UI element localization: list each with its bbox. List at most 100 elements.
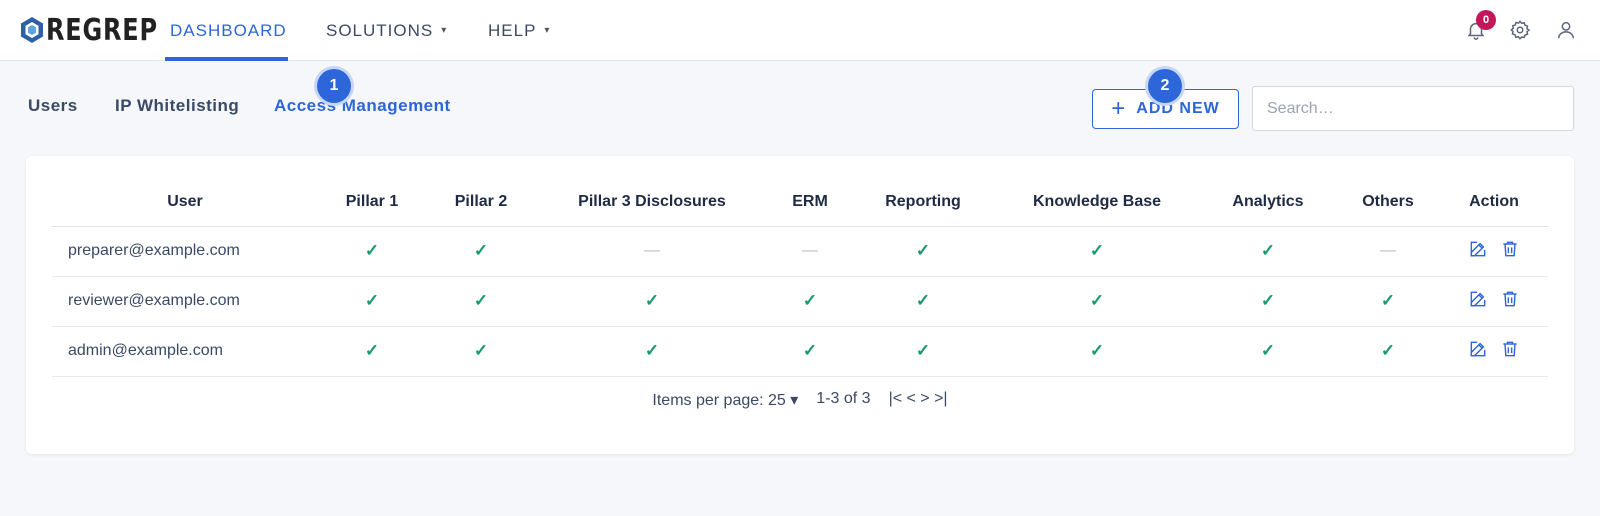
access-granted-check-icon: ✓ [802,291,818,310]
access-granted-check-icon: ✓ [1089,341,1105,360]
chevron-down-icon: ▾ [544,25,551,36]
access-cell: ✓ [426,276,536,327]
access-cell: ✓ [536,276,768,327]
edit-icon[interactable] [1468,239,1488,264]
access-granted-check-icon: ✓ [915,291,931,310]
settings-button[interactable] [1506,16,1534,44]
tab-access-management[interactable]: Access Management [274,96,451,116]
access-granted-check-icon: ✓ [473,291,489,310]
column-header-analytics[interactable]: Analytics [1200,178,1336,227]
tab-users[interactable]: Users [28,96,78,116]
access-cell: ✓ [1200,276,1336,327]
no-access-dash: — [1380,242,1396,259]
nav-help[interactable]: HELP ▾ [488,0,550,61]
access-granted-check-icon: ✓ [364,241,380,260]
access-granted-check-icon: ✓ [364,291,380,310]
user-email-cell: admin@example.com [52,326,318,377]
access-cell: ✓ [1200,326,1336,377]
column-header-reporting[interactable]: Reporting [852,178,994,227]
access-cell: ✓ [426,226,536,277]
edit-icon[interactable] [1468,339,1488,364]
table-row: preparer@example.com ✓ ✓ — — ✓ ✓ ✓ — [52,226,1548,277]
access-cell: ✓ [852,276,994,327]
no-access-dash: — [644,242,660,259]
column-header-others[interactable]: Others [1336,178,1440,227]
table-header-row: User Pillar 1 Pillar 2 Pillar 3 Disclosu… [52,178,1548,227]
access-cell: ✓ [852,226,994,277]
access-granted-check-icon: ✓ [1380,291,1396,310]
access-cell: — [768,226,852,277]
access-cell: ✓ [994,326,1200,377]
access-granted-check-icon: ✓ [473,241,489,260]
nav-solutions[interactable]: SOLUTIONS ▾ [326,0,447,61]
table-row: reviewer@example.com ✓ ✓ ✓ ✓ ✓ ✓ ✓ ✓ [52,276,1548,327]
access-granted-check-icon: ✓ [1260,341,1276,360]
page-navigation-controls[interactable]: |< < > >| [889,390,948,410]
access-cell: ✓ [426,326,536,377]
action-cell [1440,226,1548,277]
access-granted-check-icon: ✓ [644,291,660,310]
access-granted-check-icon: ✓ [1089,291,1105,310]
nav-dashboard-label: DASHBOARD [170,20,287,40]
step-marker-1: 1 [317,69,351,103]
search-input[interactable] [1252,86,1574,131]
profile-button[interactable] [1552,16,1580,44]
user-icon [1557,21,1575,39]
delete-icon[interactable] [1500,239,1520,264]
logo[interactable]: REGREP [20,12,186,48]
access-granted-check-icon: ✓ [1089,241,1105,260]
chevron-down-icon: ▾ [441,25,448,36]
access-granted-check-icon: ✓ [1260,291,1276,310]
pagination: Items per page: 25 ▾ 1-3 of 3 |< < > >| [26,390,1574,410]
access-cell: ✓ [318,276,426,327]
access-granted-check-icon: ✓ [915,341,931,360]
access-cell: ✓ [768,326,852,377]
delete-icon[interactable] [1500,339,1520,364]
column-header-pillar-2[interactable]: Pillar 2 [426,178,536,227]
active-nav-indicator [165,57,288,61]
access-granted-check-icon: ✓ [1260,241,1276,260]
gear-icon [1510,20,1531,40]
table-row: admin@example.com ✓ ✓ ✓ ✓ ✓ ✓ ✓ ✓ [52,326,1548,377]
top-navbar: REGREP DASHBOARD SOLUTIONS ▾ HELP ▾ 0 [0,0,1600,61]
no-access-dash: — [802,242,818,259]
access-cell: ✓ [994,276,1200,327]
access-granted-check-icon: ✓ [473,341,489,360]
access-cell: — [1336,226,1440,277]
nav-dashboard[interactable]: DASHBOARD [170,0,287,61]
user-email-cell: reviewer@example.com [52,276,318,327]
access-cell: ✓ [536,326,768,377]
tab-ip-whitelisting[interactable]: IP Whitelisting [115,96,239,116]
access-cell: ✓ [318,226,426,277]
column-header-pillar-1[interactable]: Pillar 1 [318,178,426,227]
column-header-erm[interactable]: ERM [768,178,852,227]
access-cell: — [536,226,768,277]
delete-icon[interactable] [1500,289,1520,314]
add-new-label: ADD NEW [1136,100,1220,117]
page-range: 1-3 of 3 [816,390,871,407]
plus-icon: + [1111,95,1127,122]
access-granted-check-icon: ✓ [802,341,818,360]
column-header-action: Action [1440,178,1548,227]
column-header-pillar-3-disclosures[interactable]: Pillar 3 Disclosures [536,178,768,227]
column-header-knowledge-base[interactable]: Knowledge Base [994,178,1200,227]
step-marker-2: 2 [1148,69,1182,103]
access-table: User Pillar 1 Pillar 2 Pillar 3 Disclosu… [52,178,1548,377]
action-cell [1440,326,1548,377]
access-granted-check-icon: ✓ [644,341,660,360]
logo-text: REGREP [46,12,158,48]
nav-help-label: HELP [488,20,537,40]
access-table-card: User Pillar 1 Pillar 2 Pillar 3 Disclosu… [26,156,1574,454]
items-per-page-select[interactable]: Items per page: 25 ▾ [652,390,798,410]
access-cell: ✓ [994,226,1200,277]
user-email-cell: preparer@example.com [52,226,318,277]
access-cell: ✓ [1336,326,1440,377]
nav-solutions-label: SOLUTIONS [326,20,434,40]
access-cell: ✓ [852,326,994,377]
column-header-user[interactable]: User [52,178,318,227]
access-granted-check-icon: ✓ [1380,341,1396,360]
access-cell: ✓ [1336,276,1440,327]
access-cell: ✓ [1200,226,1336,277]
edit-icon[interactable] [1468,289,1488,314]
action-cell [1440,276,1548,327]
